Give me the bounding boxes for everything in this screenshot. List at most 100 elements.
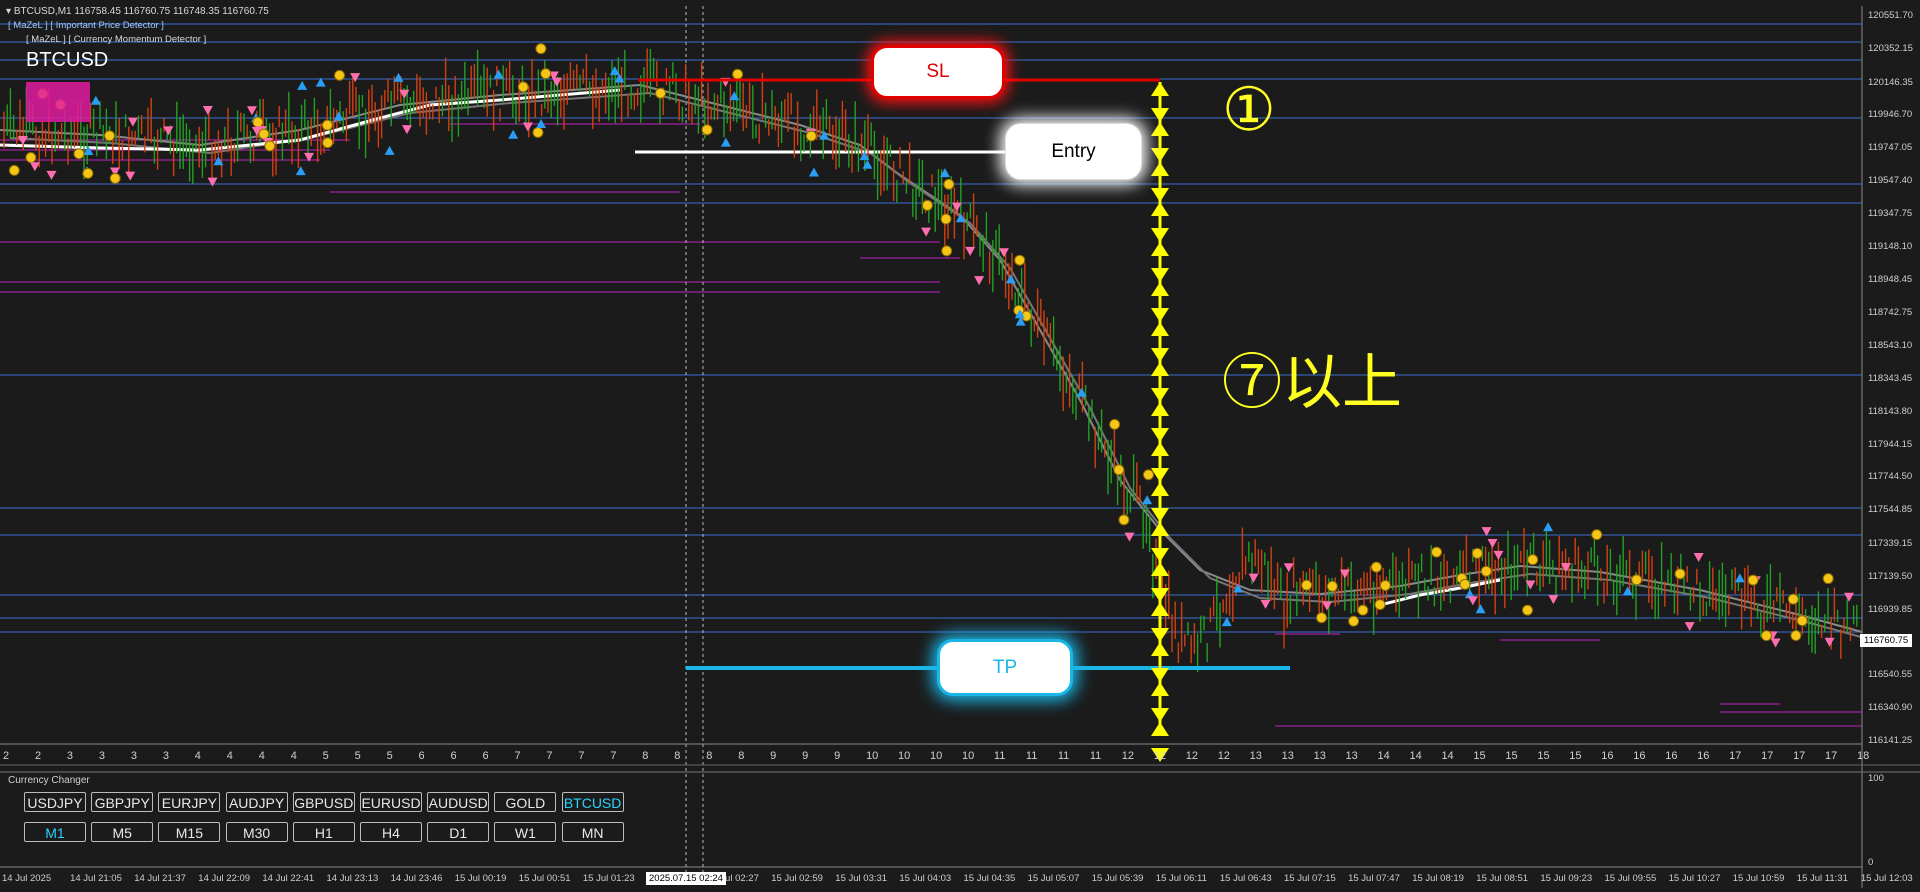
pink-down-arrow <box>1843 592 1854 602</box>
hour-tick-label: 15 <box>1537 750 1550 762</box>
time-tick-label: 15 Jul 09:55 <box>1604 873 1657 884</box>
yellow-signal-marker <box>941 245 953 257</box>
timeframe-button-h4[interactable]: H4 <box>360 822 422 842</box>
yellow-signal-marker <box>1326 580 1338 592</box>
hour-tick-label: 4 <box>290 750 297 762</box>
time-tick-label: 14 Jul 23:13 <box>326 873 379 884</box>
symbol-quote-line: BTCUSD,M1 116758.45 116760.75 116748.35 … <box>13 6 269 17</box>
current-price-label: 116760.75 <box>1860 634 1913 647</box>
symbol-button-gbpjpy[interactable]: GBPJPY <box>91 792 154 812</box>
arrow-head-down <box>1151 628 1169 642</box>
hour-tick-label: 18 <box>1857 750 1870 762</box>
hour-tick-label: 16 <box>1697 750 1710 762</box>
trade-annotations <box>26 78 1290 762</box>
price-tick-label: 118742.75 <box>1868 307 1913 319</box>
chart-header: ▾ BTCUSD,M1 116758.45 116760.75 116748.3… <box>6 6 269 17</box>
symbol-button-audjpy[interactable]: AUDJPY <box>225 792 288 812</box>
blue-up-arrow <box>295 166 306 176</box>
pink-down-arrow <box>1770 638 1781 648</box>
collapse-triangle-icon[interactable]: ▾ <box>6 6 11 17</box>
timeframe-button-d1[interactable]: D1 <box>427 822 490 842</box>
pink-down-arrow <box>1467 596 1478 606</box>
blue-up-arrow <box>90 95 101 105</box>
pink-down-arrow <box>1548 595 1559 605</box>
pink-down-arrow <box>202 106 213 116</box>
yellow-signal-marker <box>1301 579 1313 591</box>
timeframe-button-m1[interactable]: M1 <box>24 822 86 842</box>
blue-up-arrow <box>508 129 519 139</box>
timeframe-button-mn[interactable]: MN <box>561 822 624 842</box>
arrow-head-up <box>1151 362 1169 376</box>
time-tick-label: 15 Jul 01:23 <box>582 873 635 884</box>
time-tick-label: 15 Jul 09:23 <box>1540 873 1593 884</box>
yellow-signal-marker <box>1118 514 1130 526</box>
yellow-signal-marker <box>264 140 276 152</box>
hour-tick-label: 8 <box>674 750 681 762</box>
yellow-signal-marker <box>1374 599 1386 611</box>
indicator-label-2: [ MaZeL ] [ Currency Momentum Detector ] <box>26 34 207 45</box>
blue-up-arrow <box>862 159 873 169</box>
hour-tick-label: 17 <box>1761 750 1774 762</box>
hour-tick-label: 16 <box>1601 750 1614 762</box>
hour-tick-label: 3 <box>130 750 137 762</box>
hour-tick-label: 13 <box>1313 750 1326 762</box>
yellow-signal-marker <box>655 87 667 99</box>
pink-down-arrow <box>246 106 257 116</box>
symbol-button-btcusd[interactable]: BTCUSD <box>561 792 624 812</box>
yellow-signal-marker <box>805 130 817 142</box>
timeframe-button-m15[interactable]: M15 <box>158 822 221 842</box>
pink-down-arrow <box>1260 599 1271 609</box>
seven-plus-label: ⑦以上 <box>1222 349 1402 416</box>
symbol-button-audusd[interactable]: AUDUSD <box>427 792 490 812</box>
symbol-button-usdjpy[interactable]: USDJPY <box>24 792 86 812</box>
price-tick-label: 116141.25 <box>1868 735 1913 746</box>
symbol-button-gbpusd[interactable]: GBPUSD <box>292 792 355 812</box>
symbol-button-eurjpy[interactable]: EURJPY <box>158 792 221 812</box>
pink-down-arrow <box>974 276 985 286</box>
timeframe-button-m30[interactable]: M30 <box>225 822 288 842</box>
time-tick-label: 14 Jul 21:37 <box>134 873 186 884</box>
price-tick-label: 117744.50 <box>1868 471 1913 483</box>
timeframe-button-w1[interactable]: W1 <box>494 822 557 842</box>
hour-tick-label: 6 <box>418 750 425 762</box>
price-chart[interactable] <box>0 0 1920 892</box>
hour-tick-label: 15 <box>1569 750 1582 762</box>
yellow-signal-marker <box>517 81 529 93</box>
yellow-signal-marker <box>1109 418 1121 430</box>
timeframe-button-h1[interactable]: H1 <box>292 822 355 842</box>
arrow-head-down <box>1151 668 1169 682</box>
price-tick-label: 118343.45 <box>1868 372 1913 384</box>
yellow-signal-marker <box>334 69 346 81</box>
arrow-head-down <box>1151 388 1169 402</box>
time-tick-label: 15 Jul 06:43 <box>1219 873 1272 884</box>
hour-tick-label: 13 <box>1249 750 1262 762</box>
blue-up-arrow <box>333 111 344 121</box>
hour-tick-label: 9 <box>802 750 809 762</box>
price-tick-label: 116340.90 <box>1868 702 1913 714</box>
yellow-signal-marker <box>1480 565 1492 577</box>
pink-down-arrow <box>127 117 138 127</box>
hour-tick-label: 11 <box>1057 750 1070 762</box>
hour-tick-label: 5 <box>386 750 393 762</box>
hour-tick-label: 10 <box>930 750 943 762</box>
symbol-button-eurusd[interactable]: EURUSD <box>360 792 422 812</box>
hour-tick-label: 3 <box>66 750 74 762</box>
pink-down-arrow <box>921 227 932 237</box>
symbol-button-gold[interactable]: GOLD <box>494 792 557 812</box>
price-tick-label: 120551.70 <box>1868 10 1913 21</box>
timeframe-button-m5[interactable]: M5 <box>91 822 154 842</box>
price-tick-label: 117944.15 <box>1868 438 1913 450</box>
hour-tick-label: 8 <box>642 750 649 762</box>
yellow-signal-marker <box>104 130 116 142</box>
vertical-cursor-lines <box>685 6 704 886</box>
price-tick-label: 119747.05 <box>1868 142 1913 154</box>
yellow-signal-marker <box>1014 254 1026 266</box>
pink-down-arrow <box>1824 637 1835 647</box>
yellow-signal-marker <box>943 178 955 190</box>
entry-label: Entry <box>1005 123 1142 180</box>
blue-up-arrow <box>493 69 504 79</box>
pink-down-arrow <box>46 170 57 180</box>
hour-tick-label: 17 <box>1729 750 1742 762</box>
arrow-head-up <box>1151 442 1169 456</box>
yellow-signal-marker <box>1796 615 1808 627</box>
